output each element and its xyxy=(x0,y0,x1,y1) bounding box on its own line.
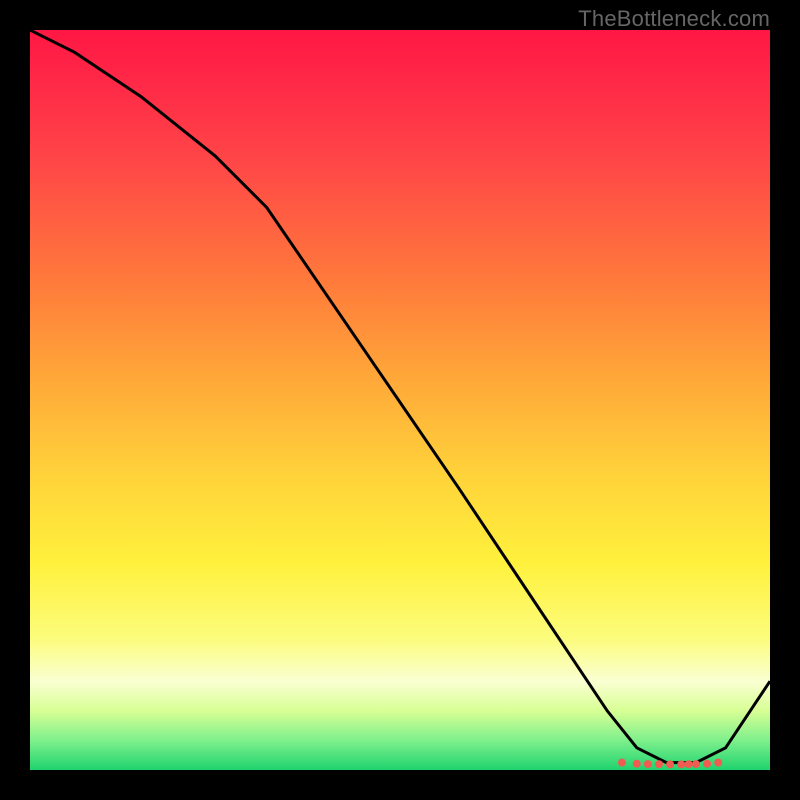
watermark-text: TheBottleneck.com xyxy=(578,6,770,32)
chart-container: TheBottleneck.com xyxy=(0,0,800,800)
chart-line xyxy=(30,30,770,763)
chart-marker xyxy=(655,760,663,768)
chart-marker xyxy=(666,760,674,768)
chart-marker xyxy=(644,760,652,768)
chart-marker xyxy=(633,760,641,768)
plot-area xyxy=(30,30,770,770)
chart-marker xyxy=(618,759,626,767)
chart-markers xyxy=(618,759,722,769)
chart-marker xyxy=(685,760,693,768)
chart-marker xyxy=(677,760,685,768)
chart-svg xyxy=(30,30,770,770)
chart-marker xyxy=(703,760,711,768)
chart-marker xyxy=(692,760,700,768)
chart-marker xyxy=(714,759,722,767)
